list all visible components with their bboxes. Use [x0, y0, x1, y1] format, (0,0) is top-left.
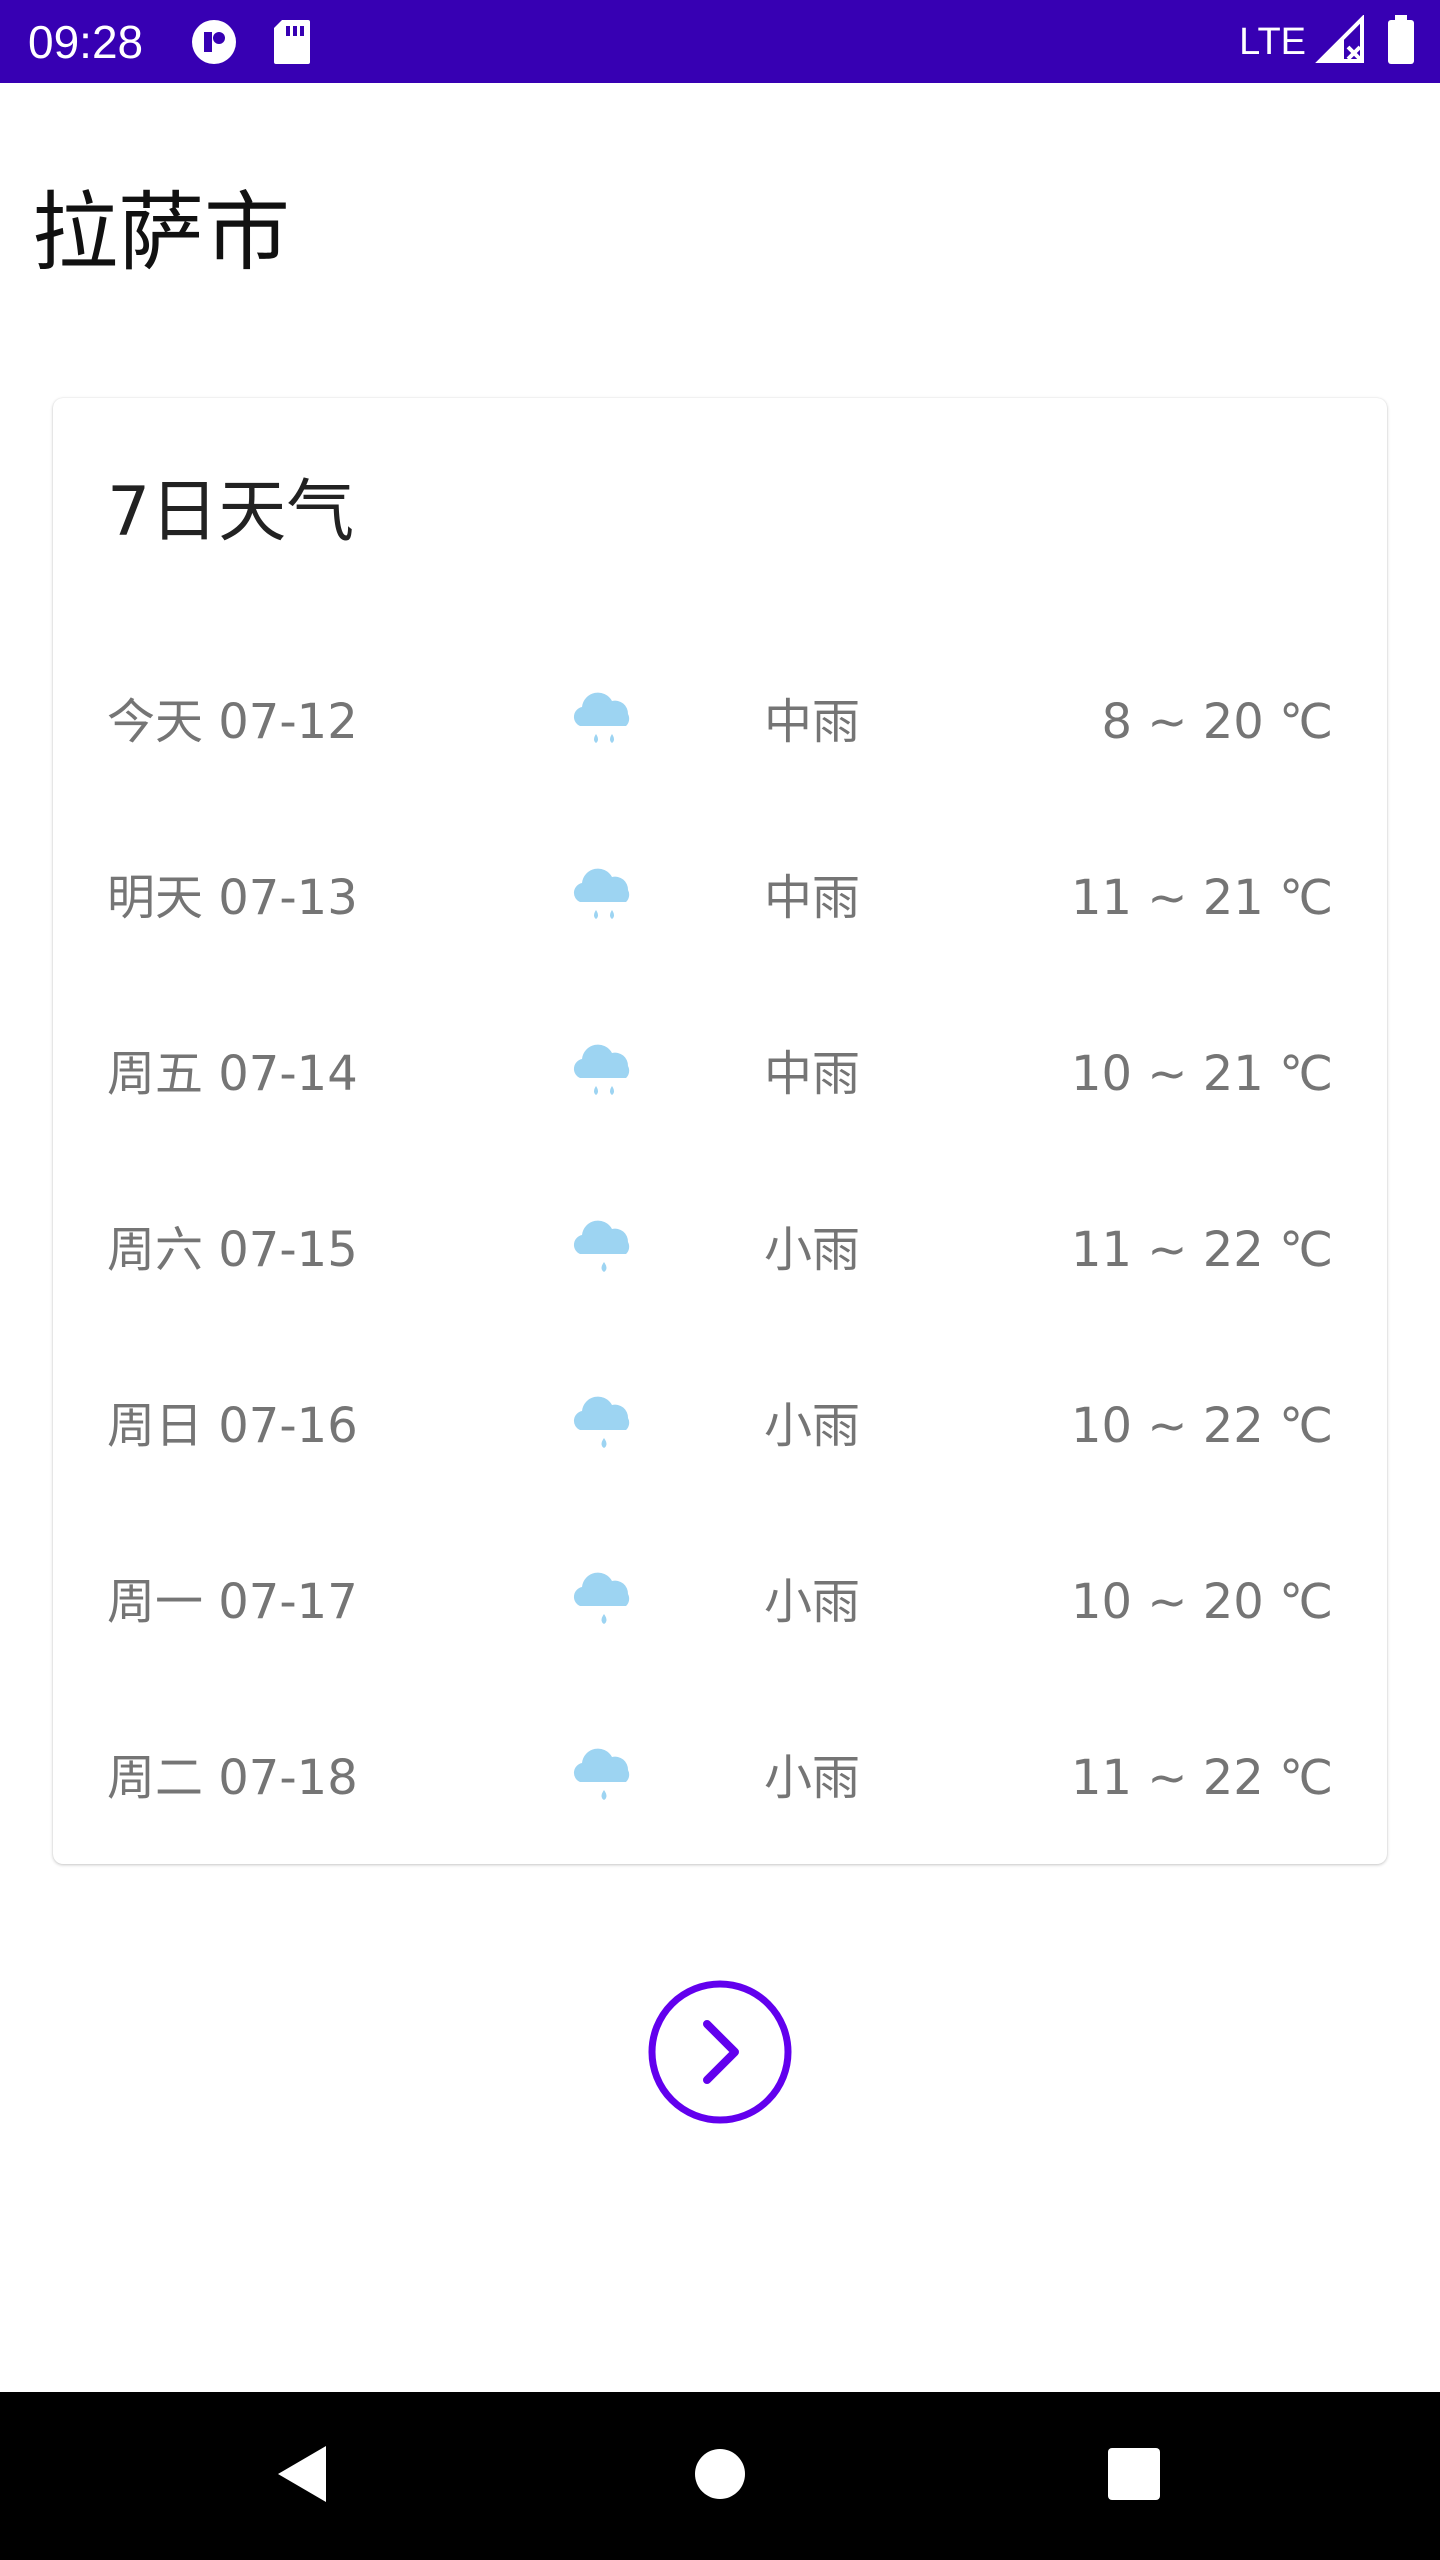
back-icon	[278, 2446, 326, 2502]
chevron-right-circle-icon	[648, 1980, 792, 2124]
forecast-date: 周日 07-16	[107, 1398, 358, 1454]
forecast-condition: 中雨	[764, 694, 861, 750]
light-rain-icon	[566, 1382, 642, 1458]
forecast-row: 周六 07-15 小雨 11 ~ 22 ℃	[53, 1190, 1387, 1310]
forecast-temperature: 11 ~ 22 ℃	[1070, 1750, 1333, 1806]
navigation-bar	[0, 2392, 1440, 2560]
signal-icon	[1314, 14, 1368, 69]
city-title: 拉萨市	[32, 183, 290, 283]
notification-app-icon	[188, 18, 240, 70]
recents-button[interactable]	[1094, 2434, 1174, 2514]
moderate-rain-icon	[566, 854, 642, 930]
status-indicators: LTE	[1239, 14, 1416, 70]
forecast-row: 今天 07-12 中雨 8 ~ 20 ℃	[53, 662, 1387, 782]
network-type-label: LTE	[1239, 21, 1306, 63]
forecast-date: 明天 07-13	[107, 870, 358, 926]
status-bar: 09:28 LTE	[0, 0, 1440, 83]
forecast-date: 今天 07-12	[107, 694, 358, 750]
forecast-date: 周六 07-15	[107, 1222, 358, 1278]
forecast-condition: 小雨	[764, 1222, 861, 1278]
forecast-date: 周五 07-14	[107, 1046, 358, 1102]
forecast-row: 明天 07-13 中雨 11 ~ 21 ℃	[53, 838, 1387, 958]
home-icon	[695, 2449, 745, 2499]
forecast-row: 周二 07-18 小雨 11 ~ 22 ℃	[53, 1718, 1387, 1838]
forecast-temperature: 10 ~ 22 ℃	[1070, 1398, 1333, 1454]
forecast-condition: 小雨	[764, 1574, 861, 1630]
forecast-card: 7日天气 今天 07-12 中雨 8 ~ 20 ℃ 明天 07-13 中雨 11 ~ 21…	[53, 398, 1387, 1864]
moderate-rain-icon	[566, 1030, 642, 1106]
forecast-condition: 中雨	[764, 870, 861, 926]
sd-card-icon	[272, 18, 312, 70]
moderate-rain-icon	[566, 678, 642, 754]
forecast-temperature: 10 ~ 20 ℃	[1070, 1574, 1333, 1630]
home-button[interactable]	[680, 2434, 760, 2514]
forecast-row: 周五 07-14 中雨 10 ~ 21 ℃	[53, 1014, 1387, 1134]
back-button[interactable]	[262, 2434, 342, 2514]
light-rain-icon	[566, 1558, 642, 1634]
recents-icon	[1108, 2448, 1160, 2500]
forecast-temperature: 11 ~ 21 ℃	[1070, 870, 1333, 926]
forecast-condition: 中雨	[764, 1046, 861, 1102]
forecast-temperature: 11 ~ 22 ℃	[1070, 1222, 1333, 1278]
forecast-date: 周二 07-18	[107, 1750, 358, 1806]
light-rain-icon	[566, 1206, 642, 1282]
status-time: 09:28	[28, 16, 144, 68]
forecast-condition: 小雨	[764, 1398, 861, 1454]
next-button[interactable]	[645, 1977, 795, 2127]
forecast-temperature: 10 ~ 21 ℃	[1070, 1046, 1333, 1102]
forecast-temperature: 8 ~ 20 ℃	[1101, 694, 1333, 750]
forecast-row: 周日 07-16 小雨 10 ~ 22 ℃	[53, 1366, 1387, 1486]
forecast-row: 周一 07-17 小雨 10 ~ 20 ℃	[53, 1542, 1387, 1662]
light-rain-icon	[566, 1734, 642, 1810]
forecast-condition: 小雨	[764, 1750, 861, 1806]
forecast-date: 周一 07-17	[107, 1574, 358, 1630]
battery-icon	[1386, 15, 1416, 69]
forecast-title: 7日天气	[107, 473, 355, 552]
